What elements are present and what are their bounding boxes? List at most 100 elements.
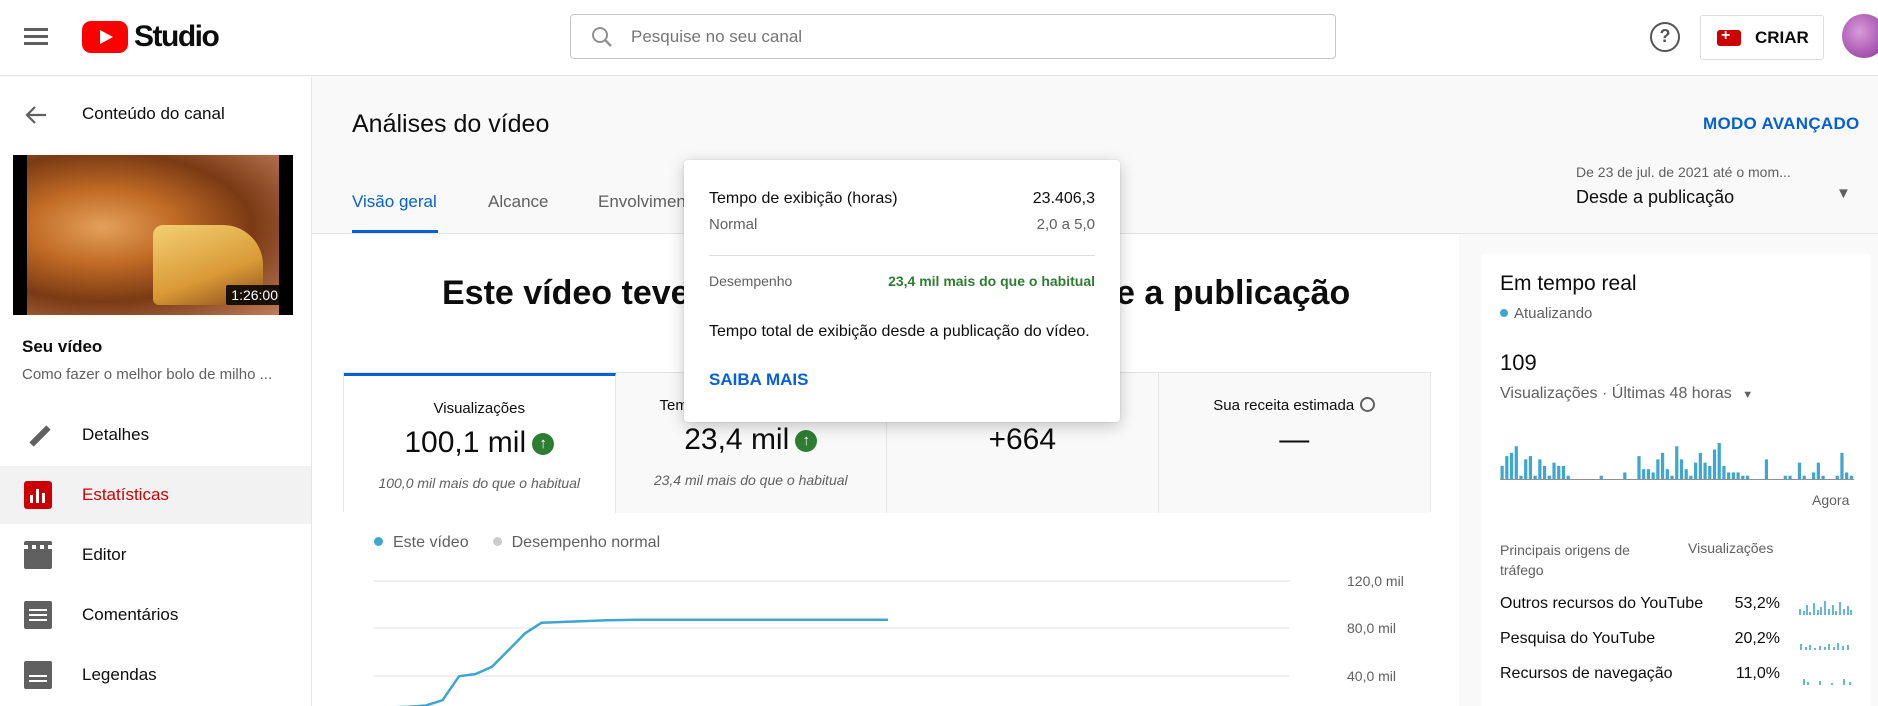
realtime-bar — [1731, 472, 1735, 479]
realtime-now-label: Agora — [1812, 492, 1850, 508]
realtime-bar — [1646, 469, 1651, 479]
chart-legend: Este vídeo Desempenho normal — [374, 534, 660, 552]
realtime-bar — [1741, 475, 1745, 479]
realtime-bar — [1840, 452, 1844, 479]
realtime-bar — [1642, 469, 1646, 479]
search-input[interactable] — [631, 26, 1251, 47]
legend-item-this-video[interactable]: Este vídeo — [374, 534, 469, 552]
headline-right: e a publicação — [1116, 274, 1351, 312]
subtitles-icon — [24, 661, 52, 689]
y-tick-label: 80,0 mil — [1347, 620, 1396, 636]
tab-overview[interactable]: Visão geral — [352, 192, 437, 212]
realtime-bar — [1717, 443, 1721, 479]
tooltip-metric-label: Tempo de exibição (horas) — [709, 190, 898, 207]
metric-subtitle: 23,4 mil mais do que o habitual — [653, 472, 848, 488]
avatar[interactable] — [1842, 14, 1878, 58]
realtime-bar — [1689, 475, 1693, 479]
date-range-select[interactable]: Desde a publicação — [1576, 187, 1734, 208]
realtime-bar — [1698, 452, 1702, 479]
realtime-bar — [1849, 475, 1853, 479]
metric-value: +664 — [988, 423, 1057, 456]
realtime-bar — [1797, 462, 1802, 479]
realtime-bar — [1524, 459, 1528, 479]
studio-logo[interactable]: Studio — [82, 19, 220, 55]
metric-card-views[interactable]: Visualizações 100,1 mil ↑ 100,0 mil mais … — [344, 373, 616, 513]
realtime-bar — [1845, 472, 1849, 479]
tooltip-normal-row: Normal 2,0 a 5,0 — [709, 216, 1095, 233]
sidebar-item-analytics[interactable]: Estatísticas — [0, 466, 311, 524]
source-name: Pesquisa do YouTube — [1500, 630, 1656, 647]
create-button[interactable]: CRIAR — [1700, 15, 1824, 60]
realtime-bar — [1736, 472, 1740, 479]
realtime-bar — [1722, 465, 1726, 479]
realtime-bar — [1764, 459, 1769, 479]
analytics-icon — [24, 481, 52, 509]
realtime-bar — [1557, 465, 1561, 479]
sidebar-item-label: Comentários — [82, 605, 179, 624]
date-range-detail[interactable]: De 23 de jul. de 2021 até o mom... — [1576, 164, 1791, 180]
y-tick-label: 40,0 mil — [1347, 668, 1396, 684]
metric-value: — — [1279, 423, 1310, 456]
search-icon — [592, 26, 612, 47]
sidebar-item-label: Estatísticas — [82, 485, 169, 504]
watch-chart[interactable]: 120,0 mil 80,0 mil 40,0 mil — [360, 565, 1420, 706]
realtime-bar — [1505, 456, 1509, 479]
tooltip-metric-value: 23.406,3 — [1032, 190, 1095, 207]
realtime-status: Atualizando — [1500, 305, 1592, 322]
realtime-bar — [1566, 475, 1570, 479]
source-name: Recursos de navegação — [1500, 665, 1673, 682]
metric-card-revenue[interactable]: Sua receita estimada — — [1158, 373, 1430, 513]
metric-title: Visualizações — [433, 400, 525, 417]
sidebar-item-editor[interactable]: Editor — [0, 526, 311, 584]
tooltip-performance-label: Desempenho — [709, 273, 793, 289]
realtime-bar — [1812, 472, 1816, 479]
realtime-bar — [1694, 462, 1698, 479]
source-sparkline — [1803, 679, 1851, 685]
video-title: Como fazer o melhor bolo de milho ... — [22, 366, 273, 383]
source-name: Outros recursos do YouTube — [1500, 595, 1704, 612]
realtime-bar — [1745, 475, 1750, 479]
realtime-bar — [1708, 465, 1712, 479]
sidebar-item-comments[interactable]: Comentários — [0, 586, 311, 644]
views-header: Visualizações — [1688, 540, 1774, 556]
realtime-count: 109 — [1500, 350, 1537, 375]
tooltip-divider — [709, 255, 1095, 256]
realtime-bar — [1528, 456, 1533, 479]
tooltip-description: Tempo total de exibição desde a publicaç… — [709, 323, 1090, 340]
realtime-bar — [1533, 475, 1537, 479]
menu-icon[interactable] — [22, 24, 50, 52]
tooltip-performance-value: 23,4 mil mais do que o habitual — [888, 273, 1095, 289]
realtime-period-select[interactable]: Visualizações · Últimas 48 horas ▼ — [1500, 385, 1753, 403]
help-icon[interactable]: ? — [1650, 22, 1680, 52]
realtime-bar — [1821, 475, 1825, 479]
realtime-bar — [1684, 469, 1688, 479]
traffic-source-row[interactable]: Outros recursos do YouTube 53,2% — [1500, 595, 1860, 617]
channel-content-link[interactable]: Conteúdo do canal — [82, 104, 225, 124]
traffic-source-row[interactable]: Pesquisa do YouTube 20,2% — [1500, 630, 1860, 652]
sidebar-item-label: Legendas — [82, 665, 157, 684]
search-box[interactable] — [570, 14, 1336, 59]
headline-left: Este vídeo teve — [442, 274, 690, 312]
arrow-up-icon: ↑ — [795, 430, 818, 452]
realtime-bar — [1509, 452, 1514, 479]
sidebar-item-subtitles[interactable]: Legendas — [0, 646, 311, 704]
realtime-bar — [1519, 475, 1523, 479]
advanced-mode-link[interactable]: MODO AVANÇADO — [1703, 114, 1860, 134]
tab-reach[interactable]: Alcance — [488, 192, 548, 212]
realtime-bar — [1703, 462, 1707, 479]
learn-more-link[interactable]: SAIBA MAIS — [709, 370, 1095, 390]
chevron-down-icon[interactable]: ▼ — [1836, 185, 1851, 202]
realtime-bar — [1547, 475, 1551, 479]
film-icon — [24, 541, 52, 569]
traffic-source-row[interactable]: Recursos de navegação 11,0% — [1500, 665, 1860, 687]
realtime-bar — [1500, 465, 1504, 479]
comment-icon — [24, 601, 52, 629]
realtime-bar — [1542, 465, 1547, 479]
legend-item-normal[interactable]: Desempenho normal — [492, 534, 660, 552]
realtime-bar-chart[interactable] — [1500, 440, 1854, 480]
tab-engagement[interactable]: Envolvimen — [598, 192, 686, 212]
realtime-bar — [1816, 462, 1820, 479]
video-thumbnail[interactable]: 1:26:00 — [13, 155, 293, 315]
sidebar-item-details[interactable]: Detalhes — [0, 406, 311, 464]
back-arrow-icon[interactable] — [25, 104, 47, 128]
